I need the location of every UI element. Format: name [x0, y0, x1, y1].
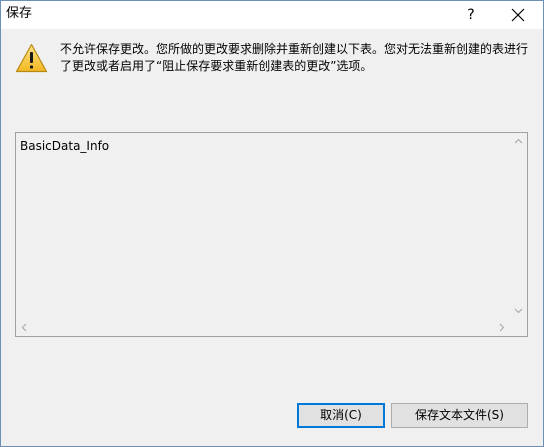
warning-icon: [15, 43, 48, 73]
table-list[interactable]: BasicData_Info: [15, 132, 528, 337]
dialog-title: 保存: [6, 6, 33, 21]
help-button[interactable]: ?: [454, 1, 488, 29]
list-item[interactable]: BasicData_Info: [20, 138, 109, 154]
chevron-right-icon: [499, 323, 505, 332]
chevron-down-icon: [514, 308, 523, 314]
scroll-corner: [510, 319, 527, 336]
cancel-button[interactable]: 取消(C): [297, 403, 385, 428]
close-icon: [511, 8, 525, 22]
scroll-left-arrow[interactable]: [16, 319, 33, 336]
save-text-file-button[interactable]: 保存文本文件(S): [391, 403, 528, 428]
scroll-up-arrow[interactable]: [510, 133, 527, 150]
horizontal-scrollbar[interactable]: [16, 319, 510, 336]
close-button[interactable]: [496, 1, 540, 29]
save-dialog: 保存 ? 不允许保存更改。您所做的更改要求删除并重新创建以下表。您对无法重新创建…: [0, 0, 544, 447]
vertical-scrollbar[interactable]: [510, 133, 527, 319]
chevron-left-icon: [21, 323, 27, 332]
scroll-right-arrow[interactable]: [493, 319, 510, 336]
scroll-down-arrow[interactable]: [510, 302, 527, 319]
title-bar[interactable]: 保存 ?: [1, 1, 543, 29]
chevron-up-icon: [514, 138, 523, 144]
error-message: 不允许保存更改。您所做的更改要求删除并重新创建以下表。您对无法重新创建的表进行了…: [60, 42, 529, 73]
